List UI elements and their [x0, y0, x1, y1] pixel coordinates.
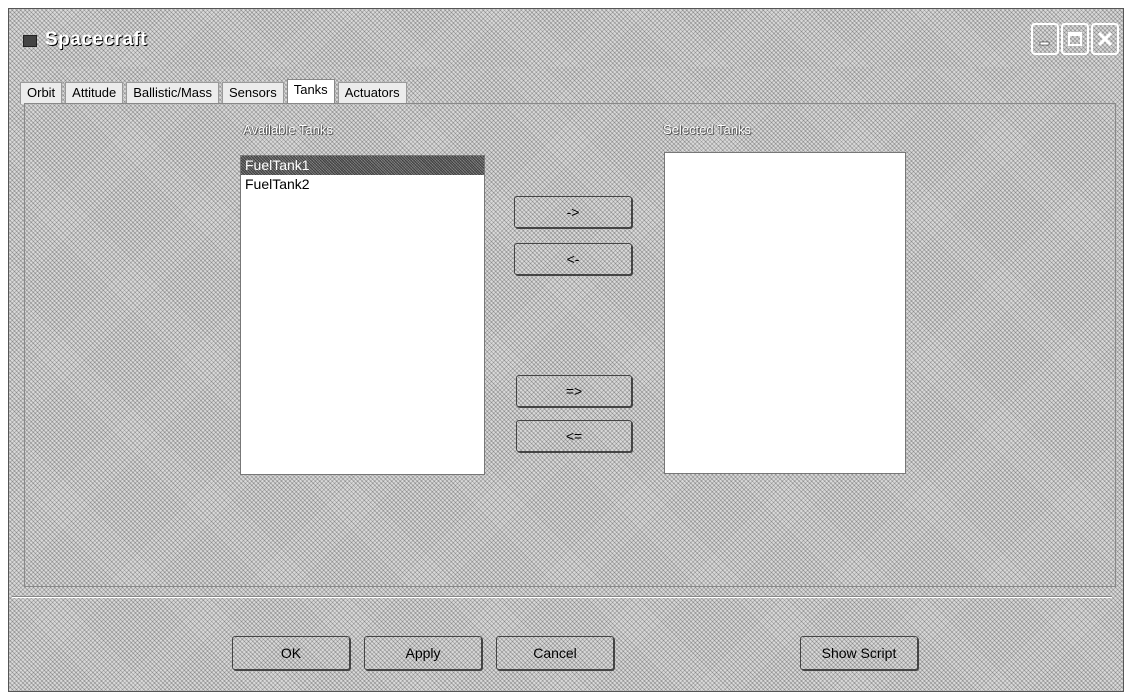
footer-separator	[12, 596, 1112, 598]
tab-actuators[interactable]: Actuators	[337, 82, 407, 104]
close-icon	[1097, 31, 1113, 47]
remove-tank-button[interactable]: <-	[514, 243, 632, 275]
add-all-tanks-button[interactable]: =>	[516, 375, 632, 407]
selected-tanks-label: Selected Tanks	[663, 122, 751, 137]
tab-attitude[interactable]: Attitude	[65, 82, 124, 104]
add-tank-button[interactable]: ->	[514, 196, 632, 228]
window-title: Spacecraft	[45, 29, 148, 50]
title-bar[interactable]: Spacecraft	[9, 9, 1123, 67]
maximize-button[interactable]	[1061, 23, 1089, 55]
list-item[interactable]: FuelTank2	[241, 175, 484, 194]
tab-ballistic-mass[interactable]: Ballistic/Mass	[126, 82, 220, 104]
window-controls	[1031, 23, 1119, 55]
minimize-icon	[1038, 32, 1052, 46]
tab-tanks[interactable]: Tanks	[286, 79, 335, 105]
maximize-icon	[1067, 31, 1083, 47]
remove-all-tanks-button[interactable]: <=	[516, 420, 632, 452]
selected-tanks-list[interactable]	[664, 152, 906, 474]
show-script-button[interactable]: Show Script	[800, 636, 918, 670]
tanks-tab-panel	[24, 103, 1116, 587]
app-icon	[23, 35, 37, 47]
tab-orbit[interactable]: Orbit	[20, 82, 63, 104]
available-tanks-label: Available Tanks	[243, 122, 333, 137]
ok-button[interactable]: OK	[232, 636, 350, 670]
apply-button[interactable]: Apply	[364, 636, 482, 670]
available-tanks-list[interactable]: FuelTank1 FuelTank2	[240, 155, 485, 475]
minimize-button[interactable]	[1031, 23, 1059, 55]
tab-sensors[interactable]: Sensors	[222, 82, 284, 104]
cancel-button[interactable]: Cancel	[496, 636, 614, 670]
close-button[interactable]	[1091, 23, 1119, 55]
tab-strip: Orbit Attitude Ballistic/Mass Sensors Ta…	[20, 76, 410, 105]
list-item[interactable]: FuelTank1	[241, 156, 484, 175]
